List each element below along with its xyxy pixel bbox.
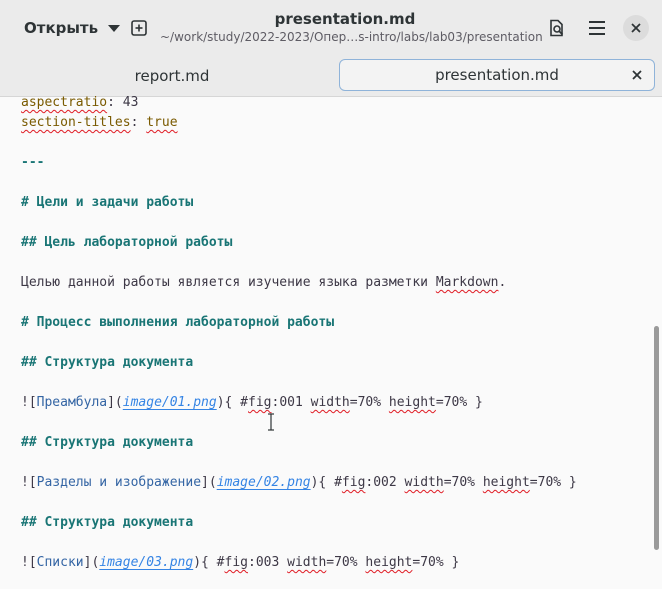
editor-line: ---: [21, 155, 45, 170]
editor-line: aspectratio: 43: [21, 95, 139, 110]
window-close-button[interactable]: [623, 15, 649, 41]
chevron-down-icon: [108, 24, 121, 32]
tab-bar: report.md presentation.md: [0, 56, 662, 97]
tab-report[interactable]: report.md: [8, 60, 336, 92]
editor-line: ![Списки](image/03.png){ #fig:003 width=…: [21, 555, 460, 570]
text-editor[interactable]: aspectratio: 43 section-titles: true ---…: [0, 95, 662, 589]
vertical-scrollbar[interactable]: [654, 326, 659, 550]
header-bar: Открыть presentation.md ~/work/study/202…: [0, 0, 662, 56]
new-tab-button[interactable]: [124, 12, 154, 44]
close-icon: [631, 23, 641, 33]
main-menu-button[interactable]: [581, 12, 613, 44]
editor-line: ## Цель лабораторной работы: [21, 235, 233, 250]
editor-line: ## Структура документа: [21, 355, 194, 370]
editor-line: ## Структура документа: [21, 515, 194, 530]
window-title: presentation.md: [274, 10, 416, 28]
editor-line: ![Преамбула](image/01.png){ #fig:001 wid…: [21, 395, 483, 410]
new-tab-icon: [131, 20, 147, 36]
editor-line: ## Структура документа: [21, 435, 194, 450]
editor-line: Целью данной работы является изучение яз…: [21, 275, 507, 290]
tab-close-icon[interactable]: [630, 68, 644, 82]
text-cursor-icon: [268, 413, 274, 431]
tab-label: report.md: [134, 67, 210, 85]
open-button-label: Открыть: [24, 19, 99, 37]
editor-line: section-titles: true: [21, 115, 178, 130]
open-button[interactable]: Открыть: [14, 12, 130, 44]
document-search-icon: [550, 19, 564, 37]
find-button[interactable]: [541, 12, 573, 44]
editor-line: # Процесс выполнения лабораторной работы: [21, 315, 335, 330]
tab-label: presentation.md: [435, 66, 559, 84]
editor-line: ![Разделы и изображение](image/02.png){ …: [21, 475, 577, 490]
tab-presentation[interactable]: presentation.md: [339, 59, 655, 91]
hamburger-menu-icon: [589, 21, 605, 35]
window-subtitle: ~/work/study/2022-2023/Опер…s-intro/labs…: [160, 30, 543, 44]
editor-line: # Цели и задачи работы: [21, 195, 194, 210]
